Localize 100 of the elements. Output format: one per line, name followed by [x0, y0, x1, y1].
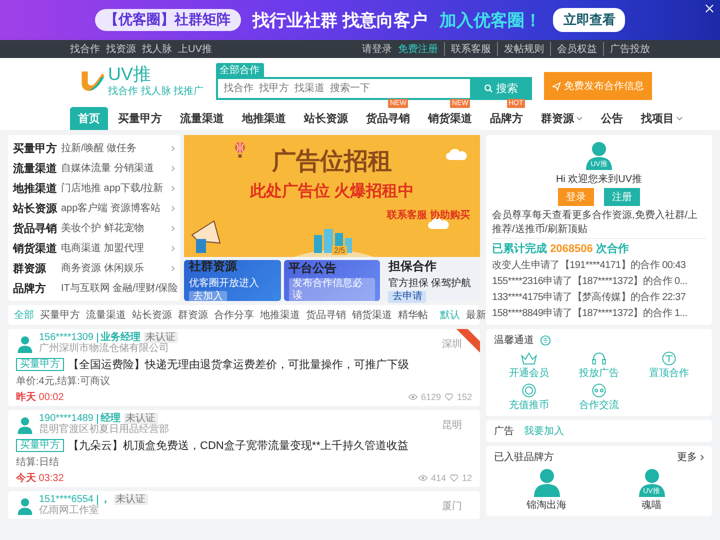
chat-icon: [590, 383, 608, 398]
nav-tab[interactable]: 找项目: [633, 107, 691, 130]
feed-tab[interactable]: 群资源: [178, 308, 208, 322]
category-item[interactable]: 销货渠道 电商渠道 加盟代理: [8, 238, 180, 258]
chevron-icon: [171, 184, 175, 192]
user-role: 经理: [96, 414, 120, 424]
ad-title: 广告位招租: [272, 147, 392, 177]
greeting-text: Hi 欢迎您来到UV推: [556, 172, 642, 186]
ad-banner[interactable]: 广告位招租 此处广告位 火爆招租中 联系客服 协助购买 2/5: [184, 135, 480, 257]
nav-tab[interactable]: 地推渠道: [234, 107, 294, 130]
close-icon[interactable]: [705, 4, 714, 13]
feed-tab[interactable]: 站长资源: [132, 308, 172, 322]
category-item[interactable]: 群资源 商务资源 休闲娱乐: [8, 258, 180, 278]
post-time: 今天 03:32: [16, 472, 64, 485]
chevron-icon: [171, 264, 175, 272]
feed-tab[interactable]: 地推渠道: [260, 308, 300, 322]
sort-tab[interactable]: 最新: [466, 308, 486, 322]
category-item[interactable]: 流量渠道 自媒体流量 分销渠道: [8, 158, 180, 178]
category-item[interactable]: 买量甲方 拉新/唤醒 做任务: [8, 138, 180, 158]
like-count: 152: [456, 392, 472, 402]
promo-card[interactable]: 担保合作 官方担保 保驾护航 去申请: [383, 260, 480, 301]
ad-highlight: 加入优客圈！: [439, 10, 542, 32]
category-item[interactable]: 地推渠道 门店地推 app下载/拉新: [8, 178, 180, 198]
crown-icon: [520, 351, 538, 366]
verify-badge: 未认证: [124, 413, 158, 424]
promo-title: 社群资源: [189, 258, 238, 275]
activity-line: 改变人生申请了【191****4171】的合作 00:43: [492, 258, 687, 272]
login-link[interactable]: 请登录: [362, 42, 392, 56]
top-link[interactable]: 找合作: [70, 42, 100, 56]
headset-icon: [590, 351, 608, 366]
brand-name[interactable]: 锦淘出海: [526, 498, 566, 512]
feed-tab[interactable]: 精华帖: [398, 308, 428, 322]
nav-tab[interactable]: 买量甲方: [110, 107, 170, 130]
heart-icon: [448, 474, 459, 482]
feed-tab[interactable]: 销货渠道: [352, 308, 392, 322]
ad-contact: 联系客服 协助购买: [387, 208, 470, 222]
post-title[interactable]: 【九朵云】机顶盒免费送，CDN盒子宽带流量变现**上千持久管道收益: [68, 438, 408, 453]
top-link[interactable]: 会员权益: [550, 42, 597, 56]
brand-name[interactable]: 魂喵: [642, 498, 662, 512]
verify-badge: 未认证: [114, 494, 148, 505]
ad-subtitle: 此处广告位 火爆招租中: [250, 181, 414, 202]
feed-tab[interactable]: 货品寻销: [306, 308, 346, 322]
section-title: 广告: [494, 424, 514, 438]
top-link[interactable]: 发帖规则: [497, 42, 544, 56]
promo-card[interactable]: 平台公告 发布合作信息必读: [284, 260, 380, 301]
promo-card[interactable]: 社群资源 优客圈开放进入 去加入: [184, 260, 281, 301]
nav-tab[interactable]: 品牌方: [482, 107, 531, 130]
ad-tag: 【优客圈】社群矩阵: [94, 9, 241, 31]
top-link[interactable]: 广告投放: [603, 42, 650, 56]
top-link[interactable]: 上UV推: [178, 42, 212, 56]
logo-text: UV推: [108, 64, 152, 84]
perks-text: 会员尊享每天查看更多合作资源,免费入社群/上推荐/送推币/刷新顶贴: [492, 208, 706, 239]
top-link[interactable]: 找资源: [106, 42, 136, 56]
post-time: 昨天 00:02: [16, 390, 64, 404]
send-icon: [552, 82, 561, 90]
promo-title: 平台公告: [288, 260, 338, 276]
feed-tab[interactable]: 买量甲方: [40, 308, 80, 322]
promo-subtitle: 官方担保 保驾护航: [388, 276, 472, 290]
company-name: 亿雨网工作室: [39, 505, 100, 517]
avatar-icon: [636, 467, 666, 497]
category-item[interactable]: 品牌方 IT与互联网 金融/理财/保险: [8, 278, 180, 298]
view-count: 6129: [420, 392, 441, 402]
feed-tab[interactable]: 合作分享: [214, 308, 254, 322]
city-label: 昆明: [442, 418, 462, 432]
category-item[interactable]: 站长资源 app客户端 资源博客站: [8, 198, 180, 218]
top-link[interactable]: 联系客服: [444, 42, 491, 56]
post-detail: 结算:日结: [16, 456, 60, 469]
eye-icon: [408, 393, 418, 401]
ad-banner[interactable]: 【优客圈】社群矩阵 找行业社群 找意向客户 加入优客圈！ 立即查看: [0, 0, 720, 40]
verify-badge: 未认证: [144, 332, 178, 343]
cloud-icon: [428, 218, 450, 229]
promo-button[interactable]: 去申请: [388, 291, 426, 303]
register-link[interactable]: 免费注册: [398, 42, 438, 56]
nav-tab[interactable]: 销货渠道: [420, 107, 480, 130]
more-link[interactable]: 更多: [677, 450, 697, 464]
coin-icon: [520, 383, 538, 398]
feed-tab[interactable]: 流量渠道: [86, 308, 126, 322]
nav-tab[interactable]: 流量渠道: [172, 107, 232, 130]
badge-icon: [540, 334, 551, 346]
post-title[interactable]: 【全国运费险】快递无理由退货拿运费差价，可批量操作，可推广下级: [68, 357, 409, 372]
city-label: 厦门: [442, 500, 462, 512]
view-count: 414: [430, 473, 446, 483]
nav-tab[interactable]: 群资源: [533, 107, 591, 130]
company-name: 昆明官渡区初夏日用品经营部: [39, 424, 170, 436]
city-label: 深圳: [442, 338, 462, 350]
top-link[interactable]: 找人脉: [142, 42, 172, 56]
ad-headline: 找行业社群 找意向客户: [252, 10, 428, 32]
search-icon: [484, 84, 493, 92]
section-title: 温馨通道: [494, 334, 534, 347]
nav-tab[interactable]: 站长资源: [296, 107, 356, 130]
category-item[interactable]: 货品寻销 美妆个护 鲜花宠物: [8, 218, 180, 238]
chevron-icon: [171, 204, 175, 212]
nav-tab[interactable]: 公告: [593, 107, 631, 130]
stats-text: 已累计完成 2068506 次合作: [492, 242, 630, 256]
promo-title: 担保合作: [388, 258, 438, 275]
nav-tab[interactable]: 货品寻销: [358, 107, 418, 130]
balloon-icon: [234, 141, 246, 159]
logo-tagline: 找合作 找人脉 找推广: [108, 84, 204, 98]
view-now-button[interactable]: 立即查看: [553, 8, 626, 32]
cloud-icon: [446, 149, 468, 160]
